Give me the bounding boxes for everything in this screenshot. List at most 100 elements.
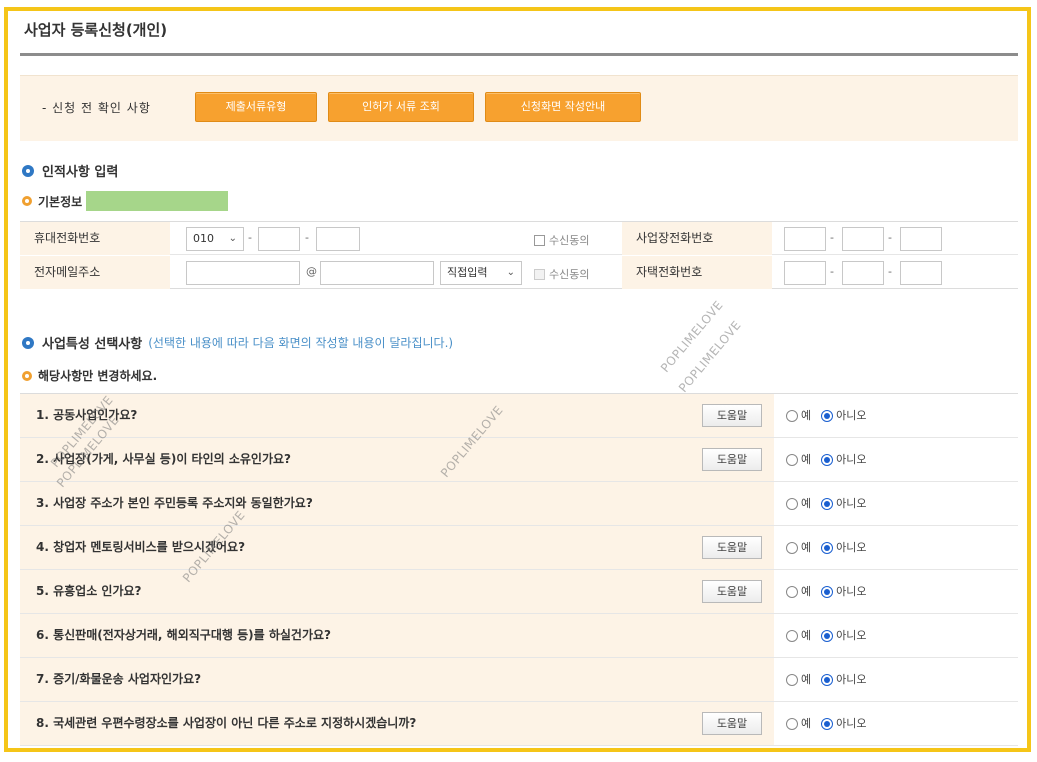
watermark: POPLIMELOVE [658, 297, 726, 375]
radio-no-label[interactable]: 아니오 [836, 526, 866, 569]
answer-radio-group: 예 아니오 [786, 570, 877, 613]
radio-yes[interactable] [786, 541, 798, 554]
pre-check-notice: - 신청 전 확인 사항 제출서류유형 인허가 서류 조회 신청화면 작성안내 [20, 75, 1018, 141]
chevron-down-icon: ⌄ [228, 233, 237, 244]
basic-info-text: 기본정보 [38, 194, 83, 209]
radio-no[interactable] [821, 717, 834, 730]
business-phone-middle-input[interactable] [842, 227, 884, 251]
business-phone-last-input[interactable] [900, 227, 942, 251]
permit-document-lookup-button[interactable]: 인허가 서류 조회 [328, 92, 474, 122]
mobile-row: 휴대전화번호 010 ⌄ - - 수신동의 사업장전화번호 - - [20, 222, 1018, 255]
highlight-bar [86, 191, 229, 211]
business-title-text: 사업특성 선택사항 [42, 337, 143, 352]
dash-separator: - [888, 265, 892, 278]
email-id-input[interactable] [186, 261, 300, 285]
mobile-prefix-value: 010 [193, 232, 214, 245]
radio-no[interactable] [821, 673, 834, 686]
radio-yes-label[interactable]: 예 [801, 438, 811, 481]
question-text: 3. 사업장 주소가 본인 주민등록 주소지와 동일한가요? [36, 496, 313, 510]
page-frame: 사업자 등록신청(개인) - 신청 전 확인 사항 제출서류유형 인허가 서류 … [4, 7, 1031, 752]
radio-yes[interactable] [786, 717, 798, 730]
radio-yes[interactable] [786, 585, 798, 598]
question-row: 6. 통신판매(전자상거래, 해외직구대행 등)를 하실건가요? 예 아니오 [20, 614, 1018, 658]
radio-yes-label[interactable]: 예 [801, 614, 811, 657]
mobile-last-input[interactable] [316, 227, 360, 251]
business-section-title: 사업특성 선택사항 (선택한 내용에 따라 다음 화면의 작성할 내용이 달라집… [22, 333, 453, 352]
email-domain-input[interactable] [320, 261, 434, 285]
question-text: 5. 유흥업소 인가요? [36, 584, 142, 598]
question-cell: 7. 증기/화물운송 사업자인가요? [20, 658, 774, 701]
home-phone-middle-input[interactable] [842, 261, 884, 285]
radio-no[interactable] [821, 497, 834, 510]
home-phone-last-input[interactable] [900, 261, 942, 285]
radio-yes-label[interactable]: 예 [801, 526, 811, 569]
checkbox-icon [534, 268, 545, 280]
business-questions-table: 1. 공동사업인가요? 도움말 예 아니오 2. 사업장(가게, 사무실 등)이 타인의… [20, 393, 1018, 746]
question-text: 8. 국세관련 우편수령장소를 사업장이 아닌 다른 주소로 지정하시겠습니까? [36, 716, 417, 730]
basic-info-subtitle: 기본정보 [22, 191, 229, 211]
dash-separator: - [305, 231, 309, 244]
help-button[interactable]: 도움말 [702, 448, 762, 471]
required-documents-button[interactable]: 제출서류유형 [195, 92, 317, 122]
business-phone-area-input[interactable] [784, 227, 826, 251]
help-button[interactable]: 도움말 [702, 580, 762, 603]
chevron-down-icon: ⌄ [506, 267, 515, 278]
radio-no[interactable] [821, 585, 834, 598]
checkbox-icon [534, 234, 545, 246]
answer-radio-group: 예 아니오 [786, 614, 877, 657]
radio-yes-label[interactable]: 예 [801, 394, 811, 437]
mobile-consent-checkbox[interactable]: 수신동의 [534, 232, 589, 248]
email-consent-checkbox[interactable]: 수신동의 [534, 266, 589, 282]
question-cell: 6. 통신판매(전자상거래, 해외직구대행 등)를 하실건가요? [20, 614, 774, 657]
help-button[interactable]: 도움말 [702, 536, 762, 559]
mobile-label: 휴대전화번호 [20, 222, 170, 255]
radio-no-label[interactable]: 아니오 [836, 438, 866, 481]
email-domain-select[interactable]: 직접입력 ⌄ [440, 261, 522, 285]
question-cell: 1. 공동사업인가요? 도움말 [20, 394, 774, 437]
dash-separator: - [830, 231, 834, 244]
radio-no-label[interactable]: 아니오 [836, 614, 866, 657]
answer-radio-group: 예 아니오 [786, 394, 877, 437]
notice-label: - 신청 전 확인 사항 [42, 101, 151, 115]
mobile-prefix-select[interactable]: 010 ⌄ [186, 227, 244, 251]
section-bullet-icon [22, 336, 34, 349]
home-phone-area-input[interactable] [784, 261, 826, 285]
email-row: 전자메일주소 @ 직접입력 ⌄ 수신동의 자택전화번호 - - [20, 256, 1018, 289]
at-sign: @ [306, 265, 317, 278]
question-row: 5. 유흥업소 인가요? 도움말 예 아니오 [20, 570, 1018, 614]
radio-yes-label[interactable]: 예 [801, 702, 811, 745]
question-text: 7. 증기/화물운송 사업자인가요? [36, 672, 202, 686]
radio-yes-label[interactable]: 예 [801, 570, 811, 613]
radio-no-label[interactable]: 아니오 [836, 658, 866, 701]
radio-yes-label[interactable]: 예 [801, 482, 811, 525]
watermark: POPLIMELOVE [676, 317, 744, 395]
radio-no[interactable] [821, 629, 834, 642]
answer-radio-group: 예 아니오 [786, 526, 877, 569]
radio-yes[interactable] [786, 673, 798, 686]
radio-no[interactable] [821, 453, 834, 466]
mobile-middle-input[interactable] [258, 227, 300, 251]
radio-no-label[interactable]: 아니오 [836, 394, 866, 437]
business-subtitle: 해당사항만 변경하세요. [22, 367, 157, 384]
question-row: 1. 공동사업인가요? 도움말 예 아니오 [20, 394, 1018, 438]
question-row: 4. 창업자 멘토링서비스를 받으시겠어요? 도움말 예 아니오 [20, 526, 1018, 570]
radio-no-label[interactable]: 아니오 [836, 702, 866, 745]
radio-yes[interactable] [786, 497, 798, 510]
sub-bullet-icon [22, 370, 32, 381]
personal-info-title-text: 인적사항 입력 [42, 165, 119, 180]
question-row: 3. 사업장 주소가 본인 주민등록 주소지와 동일한가요? 예 아니오 [20, 482, 1018, 526]
email-consent-label: 수신동의 [549, 268, 590, 281]
answer-radio-group: 예 아니오 [786, 438, 877, 481]
radio-no-label[interactable]: 아니오 [836, 570, 866, 613]
help-button[interactable]: 도움말 [702, 404, 762, 427]
radio-no[interactable] [821, 541, 834, 554]
radio-no[interactable] [821, 409, 834, 422]
answer-radio-group: 예 아니오 [786, 702, 877, 745]
radio-yes[interactable] [786, 409, 798, 422]
radio-no-label[interactable]: 아니오 [836, 482, 866, 525]
form-guide-button[interactable]: 신청화면 작성안내 [485, 92, 641, 122]
radio-yes[interactable] [786, 453, 798, 466]
help-button[interactable]: 도움말 [702, 712, 762, 735]
radio-yes[interactable] [786, 629, 798, 642]
radio-yes-label[interactable]: 예 [801, 658, 811, 701]
